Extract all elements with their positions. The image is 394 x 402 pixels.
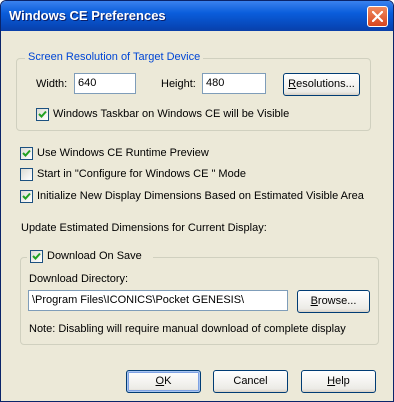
help-button[interactable]: Help (301, 370, 376, 393)
configure-mode-checkbox[interactable] (20, 168, 33, 181)
checkmark-icon (22, 192, 31, 200)
initialize-dimensions-label: Initialize New Display Dimensions Based … (37, 190, 364, 202)
ok-button[interactable]: OK (126, 370, 201, 393)
taskbar-visible-label: Windows Taskbar on Windows CE will be Vi… (53, 108, 290, 120)
browse-button-rest: rowse... (317, 295, 357, 307)
checkmark-icon (32, 252, 41, 260)
help-button-rest: elp (335, 375, 350, 387)
runtime-preview-label: Use Windows CE Runtime Preview (37, 147, 209, 159)
resolutions-button-mnemonic: R (288, 78, 297, 90)
resolution-group-legend: Screen Resolution of Target Device (25, 51, 204, 63)
height-input[interactable]: 480 (202, 73, 266, 94)
title-bar[interactable]: Windows CE Preferences (1, 1, 393, 31)
download-on-save-checkbox[interactable] (30, 250, 43, 263)
preferences-dialog: Windows CE Preferences Screen Resolution… (0, 0, 394, 402)
browse-button[interactable]: Browse... (297, 290, 370, 313)
window-title: Windows CE Preferences (9, 8, 166, 23)
download-note: Note: Disabling will require manual down… (29, 323, 346, 335)
configure-mode-label: Start in "Configure for Windows CE " Mod… (37, 168, 246, 180)
height-label: Height: (161, 78, 196, 90)
width-input[interactable]: 640 (74, 73, 136, 94)
taskbar-visible-checkbox[interactable] (36, 108, 49, 121)
update-dimensions-text: Update Estimated Dimensions for Current … (21, 222, 267, 234)
resolutions-button-rest: esolutions... (296, 78, 355, 90)
runtime-preview-checkbox[interactable] (20, 147, 33, 160)
resolutions-button[interactable]: Resolutions... (283, 73, 360, 96)
ok-button-rest: K (164, 375, 172, 387)
close-icon (372, 11, 383, 22)
help-button-mnemonic: H (327, 375, 336, 387)
close-button[interactable] (367, 6, 388, 27)
download-directory-input[interactable]: \Program Files\ICONICS\Pocket GENESIS\ (28, 290, 288, 311)
download-on-save-label: Download On Save (47, 250, 142, 262)
initialize-dimensions-checkbox[interactable] (20, 190, 33, 203)
browse-button-mnemonic: B (310, 295, 318, 307)
ok-button-mnemonic: O (155, 375, 165, 387)
checkmark-icon (22, 149, 31, 157)
checkmark-icon (38, 110, 47, 118)
download-group-header: Download On Save (27, 249, 153, 263)
cancel-button[interactable]: Cancel (213, 370, 288, 393)
width-label: Width: (36, 78, 68, 90)
download-directory-label: Download Directory: (29, 273, 129, 285)
